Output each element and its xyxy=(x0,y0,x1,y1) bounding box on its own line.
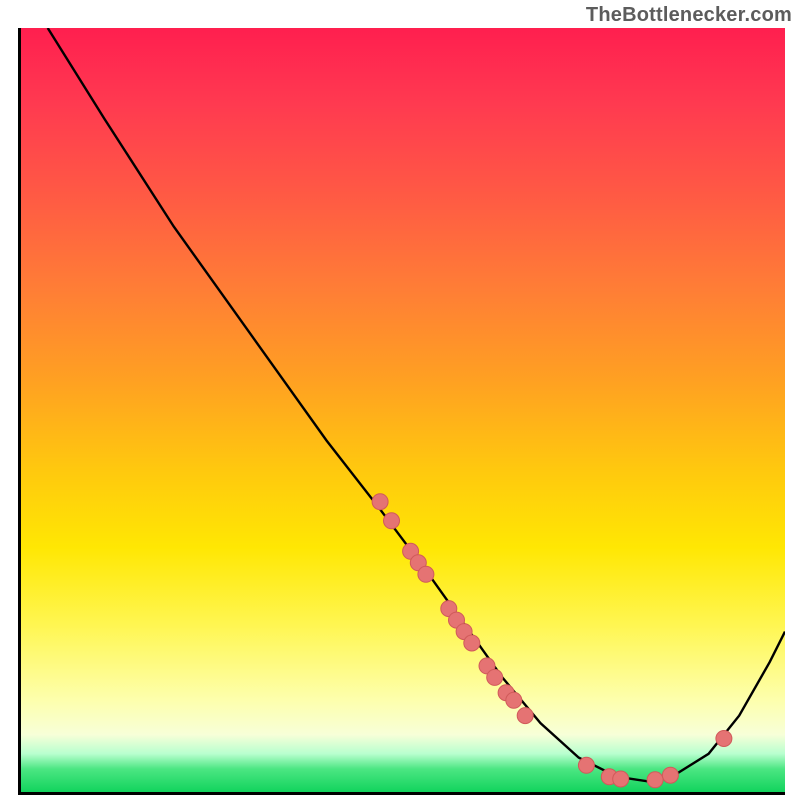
curve-marker xyxy=(464,635,480,651)
curve-marker xyxy=(517,708,533,724)
curve-marker xyxy=(613,771,629,787)
bottleneck-curve-path xyxy=(48,28,785,781)
curve-marker xyxy=(506,692,522,708)
bottleneck-curve-svg xyxy=(21,28,785,792)
attribution-text: TheBottlenecker.com xyxy=(586,4,792,27)
curve-marker xyxy=(647,772,663,788)
curve-marker xyxy=(418,566,434,582)
marker-group xyxy=(372,494,732,788)
curve-marker xyxy=(716,731,732,747)
curve-marker xyxy=(372,494,388,510)
curve-marker xyxy=(578,757,594,773)
curve-marker xyxy=(384,513,400,529)
curve-marker xyxy=(662,767,678,783)
chart-stage: TheBottlenecker.com xyxy=(0,0,800,800)
curve-marker xyxy=(487,669,503,685)
plot-area xyxy=(18,28,785,795)
